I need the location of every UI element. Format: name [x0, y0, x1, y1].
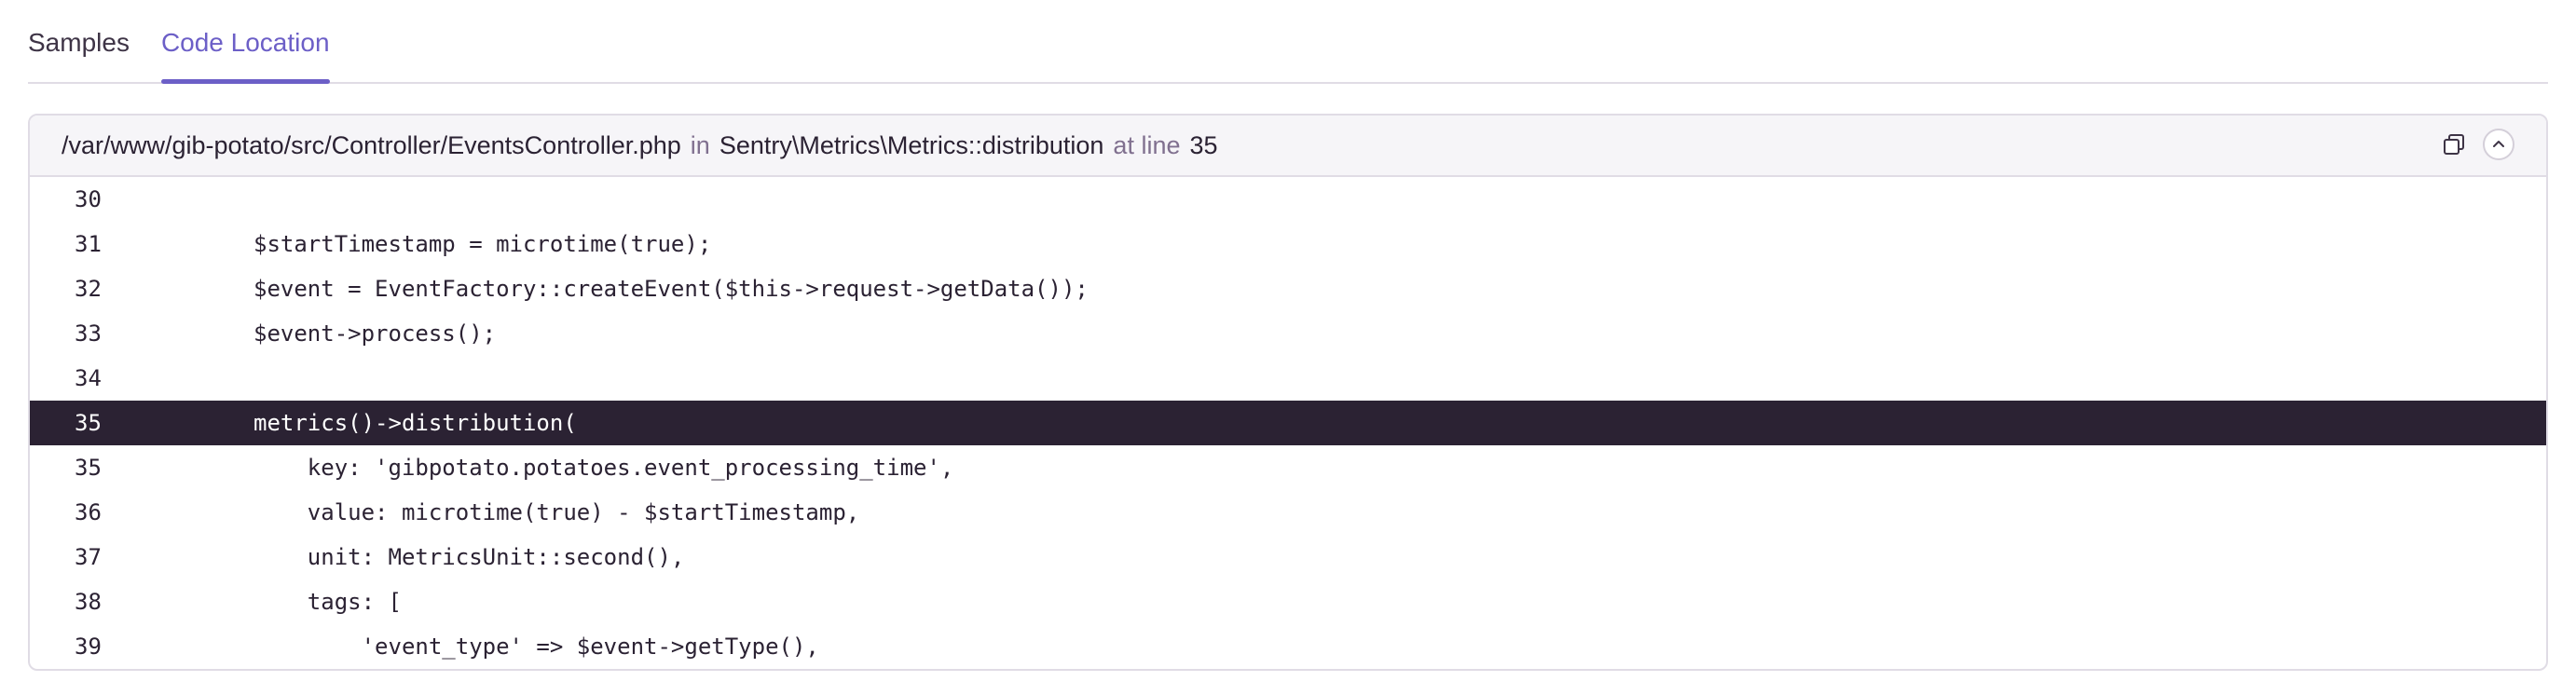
line-number: 35 — [1189, 130, 1218, 159]
tab-samples[interactable]: Samples — [28, 0, 130, 82]
code-text: $event = EventFactory::createEvent($this… — [253, 276, 1089, 302]
code-line: 36 value: microtime(true) - $startTimest… — [30, 490, 2546, 535]
code-line: 37 unit: MetricsUnit::second(), — [30, 535, 2546, 579]
line-number-gutter: 35 — [75, 410, 102, 436]
code-text: unit: MetricsUnit::second(), — [253, 544, 685, 570]
profile-details: Samples Code Location /var/www/gib-potat… — [28, 0, 2548, 671]
line-number-gutter: 31 — [75, 231, 102, 257]
line-number-gutter: 30 — [75, 186, 102, 212]
code-text: $startTimestamp = microtime(true); — [253, 231, 712, 257]
code-line: 38 tags: [ — [30, 579, 2546, 624]
line-number-gutter: 35 — [75, 455, 102, 481]
line-number-gutter: 32 — [75, 276, 102, 302]
code-line: 30 — [30, 177, 2546, 222]
code-line: 35 key: 'gibpotato.potatoes.event_proces… — [30, 445, 2546, 490]
line-number-gutter: 38 — [75, 589, 102, 615]
code-text: tags: [ — [253, 589, 402, 615]
line-number-gutter: 33 — [75, 320, 102, 347]
code-location-panel: /var/www/gib-potato/src/Controller/Event… — [28, 114, 2548, 671]
code-text: $event->process(); — [253, 320, 497, 347]
line-number-gutter: 36 — [75, 499, 102, 525]
code-text: metrics()->distribution( — [253, 410, 577, 436]
copy-button[interactable] — [2438, 129, 2470, 160]
collapse-button[interactable] — [2483, 129, 2514, 160]
at-line-label: at line — [1113, 130, 1181, 159]
function-name: Sentry\Metrics\Metrics::distribution — [719, 130, 1104, 159]
code-text: key: 'gibpotato.potatoes.event_processin… — [253, 455, 954, 481]
chevron-up-icon — [2493, 141, 2504, 147]
file-path: /var/www/gib-potato/src/Controller/Event… — [62, 130, 681, 159]
header-actions — [2438, 129, 2514, 160]
in-label: in — [690, 130, 710, 159]
code-location-header: /var/www/gib-potato/src/Controller/Event… — [30, 116, 2546, 177]
copy-icon — [2444, 134, 2464, 155]
code-line: 32 $event = EventFactory::createEvent($th… — [30, 266, 2546, 311]
tab-code-location[interactable]: Code Location — [160, 0, 330, 84]
line-number-gutter: 34 — [75, 365, 102, 391]
code-line: 39 'event_type' => $event->getType(), — [30, 624, 2546, 669]
code-text: 'event_type' => $event->getType(), — [253, 634, 819, 660]
line-number-gutter: 37 — [75, 544, 102, 570]
line-number-gutter: 39 — [75, 634, 102, 660]
code-line: 34 — [30, 356, 2546, 401]
tab-bar: Samples Code Location — [28, 0, 2548, 84]
code-line-highlighted: 35 metrics()->distribution( — [30, 401, 2546, 445]
code-text: value: microtime(true) - $startTimestamp… — [253, 499, 860, 525]
code-body: 30 31 $startTimestamp = microtime(true); 32… — [30, 177, 2546, 669]
code-line: 33 $event->process(); — [30, 311, 2546, 356]
code-line: 31 $startTimestamp = microtime(true); — [30, 222, 2546, 266]
